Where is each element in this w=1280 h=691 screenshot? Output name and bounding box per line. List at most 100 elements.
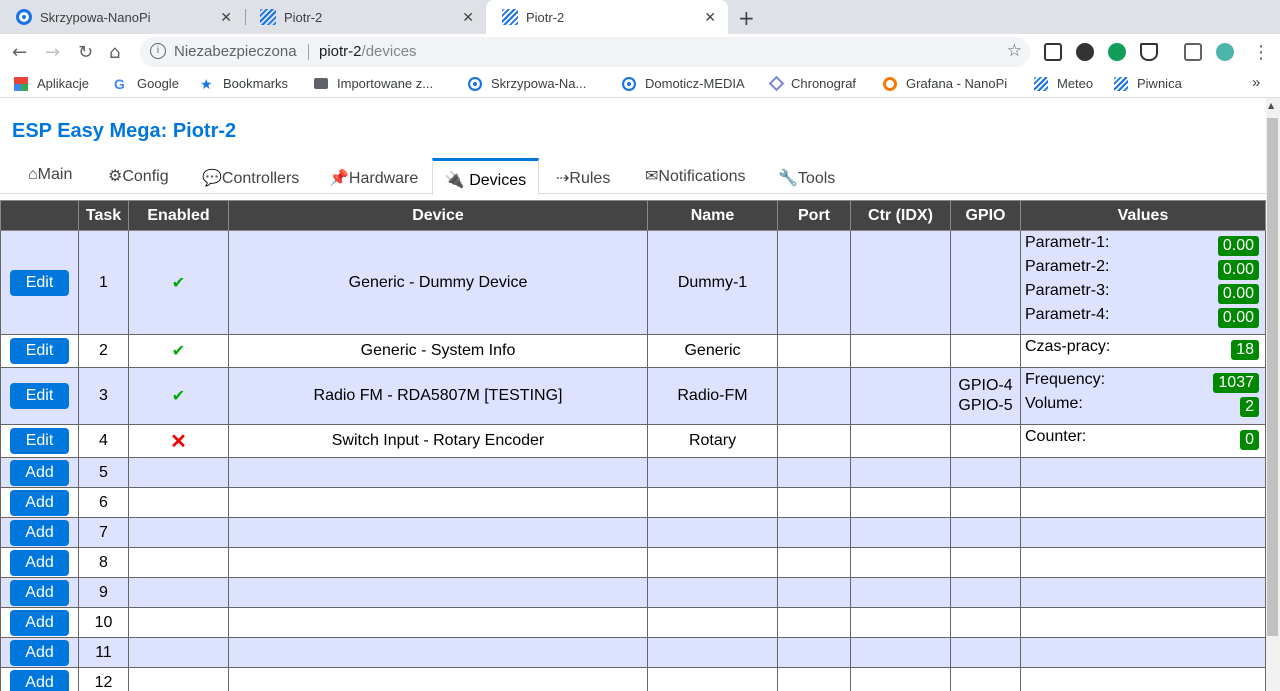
column-header: GPIO <box>950 200 1021 231</box>
task-number: 11 <box>78 637 129 668</box>
bookmark-skrzypowa[interactable]: Skrzypowa-Na... <box>468 76 586 91</box>
add-task-button[interactable]: Add <box>10 639 69 666</box>
qr-extension-icon[interactable] <box>1044 43 1062 61</box>
task-number: 8 <box>78 547 129 578</box>
espeasy-favicon-icon <box>260 9 276 25</box>
browser-tab-piotr-2[interactable]: Piotr-2 ✕ <box>244 0 486 34</box>
task-number: 10 <box>78 607 129 638</box>
browser-tab-piotr-2-active[interactable]: Piotr-2 ✕ <box>486 0 728 34</box>
back-icon[interactable]: ← <box>12 42 27 63</box>
edit-task-button[interactable]: Edit <box>10 269 69 296</box>
value-badge: 0 <box>1240 430 1259 450</box>
more-menu-icon[interactable]: ⋮ <box>1252 42 1270 63</box>
new-tab-button[interactable]: + <box>738 6 755 30</box>
task-number: 12 <box>78 667 129 691</box>
domoticz-favicon-icon <box>16 9 32 25</box>
info-icon[interactable]: i <box>150 43 166 59</box>
home-icon[interactable]: ⌂ <box>109 42 120 63</box>
shield-extension-icon[interactable] <box>1140 43 1158 61</box>
forward-icon[interactable]: → <box>45 42 60 63</box>
menu-controllers[interactable]: 💬Controllers <box>202 168 299 188</box>
hangouts-extension-icon[interactable] <box>1108 43 1126 61</box>
grafana-icon <box>883 76 897 91</box>
bookmark-domoticz-media[interactable]: Domoticz-MEDIA <box>622 76 745 91</box>
menu-config[interactable]: ⚙Config <box>108 166 169 186</box>
profile-avatar[interactable] <box>1216 43 1234 61</box>
column-header <box>0 200 79 231</box>
address-bar[interactable]: i Niezabezpieczona piotr-2/devices ☆ <box>140 37 1030 67</box>
scroll-up-arrow-icon[interactable]: ▲ <box>1268 101 1274 110</box>
cast-icon[interactable] <box>1184 43 1202 61</box>
google-icon: G <box>114 75 125 92</box>
add-task-button[interactable]: Add <box>10 579 69 606</box>
add-task-button[interactable]: Add <box>10 549 69 576</box>
close-tab-icon[interactable]: ✕ <box>220 9 232 26</box>
gpio-pin: GPIO-4 <box>958 377 1013 394</box>
task-name: Dummy-1 <box>647 230 778 335</box>
value-row: Frequency: 1037 <box>1025 370 1261 394</box>
bookmarks-bar: Aplikacje G Google ★ Bookmarks Importowane… <box>0 72 1280 98</box>
gpio-cell <box>950 334 1021 368</box>
bookmark-bookmarks[interactable]: ★ Bookmarks <box>200 76 288 91</box>
value-name: Czas-pracy: <box>1025 338 1111 355</box>
column-header: Port <box>777 200 851 231</box>
value-badge: 2 <box>1240 397 1259 417</box>
menu-main[interactable]: ⌂Main <box>28 166 72 184</box>
bookmark-meteo[interactable]: Meteo <box>1034 76 1093 91</box>
bookmark-imported-folder[interactable]: Importowane z... <box>314 76 433 91</box>
value-name: Parametr-1: <box>1025 234 1110 251</box>
enabled-check-icon: ✔ <box>171 343 186 360</box>
value-row: Parametr-1: 0.00 <box>1025 233 1261 257</box>
apps-grid-icon <box>14 76 28 91</box>
edit-task-button[interactable]: Edit <box>10 428 69 454</box>
bookmarks-overflow-button[interactable]: » <box>1252 74 1260 91</box>
value-row: Parametr-4: 0.00 <box>1025 305 1261 329</box>
menu-hardware[interactable]: 📌Hardware <box>329 168 418 188</box>
task-number: 9 <box>78 577 129 608</box>
url-text[interactable]: piotr-2/devices <box>319 43 417 60</box>
scrollbar-thumb[interactable] <box>1267 118 1278 636</box>
bookmark-star-icon[interactable]: ☆ <box>1007 41 1022 61</box>
task-name: Generic <box>647 334 778 368</box>
table-row: Add 12 <box>0 667 1266 691</box>
table-row: Add 10 <box>0 607 1266 638</box>
task-number: 6 <box>78 487 129 518</box>
task-name: Radio-FM <box>647 367 778 425</box>
column-header: Name <box>647 200 778 231</box>
page-content: ESP Easy Mega: Piotr-2 ⌂Main ⚙Config 💬Co… <box>0 98 1266 691</box>
task-number: 5 <box>78 457 129 488</box>
table-header-row: Task Enabled Device Name Port Ctr (IDX) … <box>0 200 1266 231</box>
bookmark-chronograf[interactable]: Chronograf <box>768 75 856 92</box>
value-row: Volume: 2 <box>1025 394 1261 418</box>
add-task-button[interactable]: Add <box>10 459 69 486</box>
port-cell <box>777 334 851 368</box>
close-tab-icon[interactable]: ✕ <box>462 9 474 26</box>
menu-rules[interactable]: ⇢Rules <box>556 168 610 188</box>
add-task-button[interactable]: Add <box>10 519 69 546</box>
value-row: Czas-pracy: 18 <box>1025 337 1261 361</box>
edit-task-button[interactable]: Edit <box>10 338 69 364</box>
bookmark-piwnica[interactable]: Piwnica <box>1114 76 1182 91</box>
add-task-button[interactable]: Add <box>10 669 69 691</box>
port-cell <box>777 424 851 458</box>
device-name: Radio FM - RDA5807M [TESTING] <box>228 367 648 425</box>
reload-icon[interactable]: ↻ <box>78 42 93 63</box>
menu-tools[interactable]: 🔧Tools <box>778 168 835 188</box>
value-row: Counter: 0 <box>1025 427 1261 451</box>
bookmark-google[interactable]: G Google <box>114 76 179 91</box>
add-task-button[interactable]: Add <box>10 609 69 636</box>
close-tab-icon[interactable]: ✕ <box>704 9 716 26</box>
task-number: 3 <box>78 367 129 425</box>
bookmark-apps[interactable]: Aplikacje <box>14 76 89 91</box>
value-badge: 0.00 <box>1217 284 1259 304</box>
camera-extension-icon[interactable] <box>1076 43 1094 61</box>
menu-notifications[interactable]: ✉Notifications <box>645 166 746 186</box>
menu-devices[interactable]: 🔌 Devices <box>432 158 539 195</box>
edit-task-button[interactable]: Edit <box>10 383 69 409</box>
table-row: Add 5 <box>0 457 1266 488</box>
value-name: Frequency: <box>1025 371 1106 388</box>
device-name: Switch Input - Rotary Encoder <box>228 424 648 458</box>
browser-tab-skrzypowa[interactable]: Skrzypowa-NanoPi ✕ <box>0 0 244 34</box>
add-task-button[interactable]: Add <box>10 489 69 516</box>
bookmark-grafana[interactable]: Grafana - NanoPi <box>883 76 1007 91</box>
